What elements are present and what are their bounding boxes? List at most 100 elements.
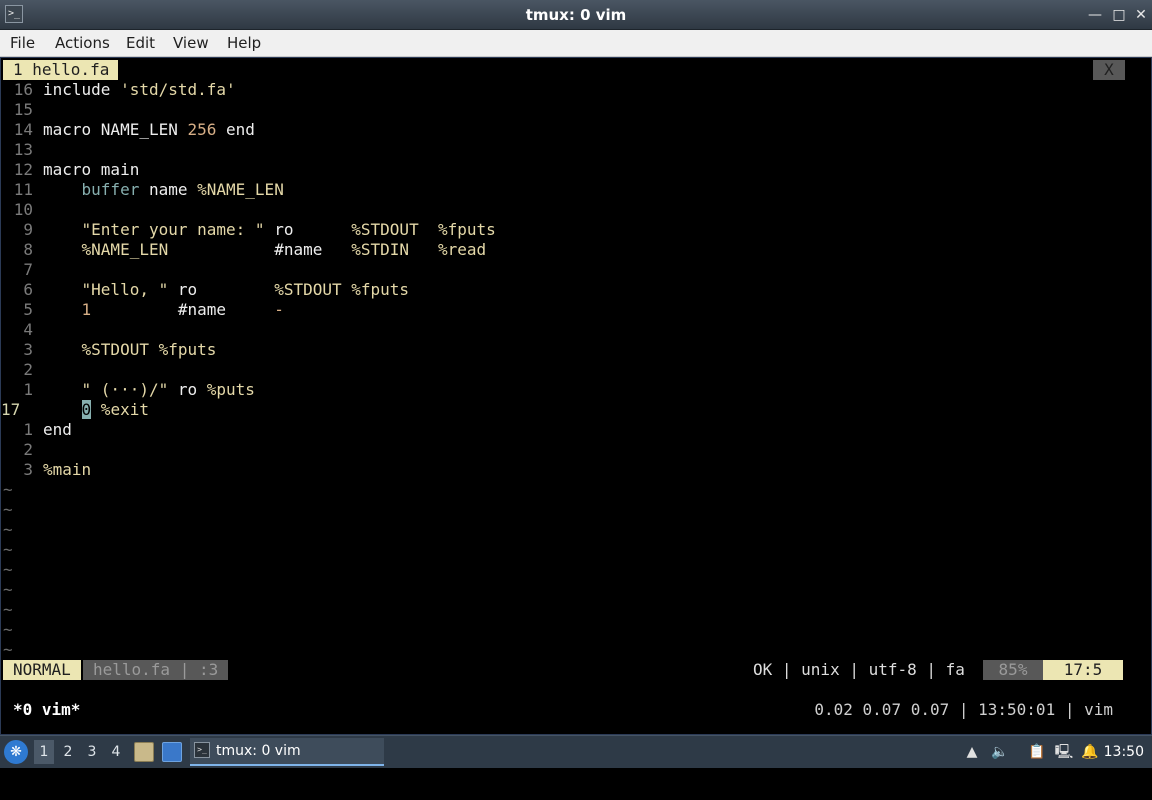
menu-file[interactable]: File <box>10 30 35 56</box>
menu-actions[interactable]: Actions <box>55 30 110 56</box>
window-titlebar: >_ tmux: 0 vim — □ ✕ <box>0 0 1152 30</box>
code-line[interactable]: 3 %main <box>3 460 1123 480</box>
taskbar-item-tmux[interactable]: >_ tmux: 0 vim <box>190 738 384 766</box>
code-token: name <box>139 180 198 199</box>
window-title: tmux: 0 vim <box>525 6 627 24</box>
show-desktop-icon[interactable] <box>162 742 182 762</box>
terminal-icon: >_ <box>194 742 210 758</box>
tilde-marker: ~ <box>3 480 13 499</box>
empty-buffer-line: ~ <box>3 640 1123 660</box>
close-icon[interactable]: ✕ <box>1132 6 1150 24</box>
tilde-marker: ~ <box>3 500 13 519</box>
vim-tab-close-button[interactable]: X <box>1093 60 1125 80</box>
code-line[interactable]: 10 <box>3 200 1123 220</box>
line-number: 8 <box>23 240 33 259</box>
tmux-statusbar: *0 vim* 0.02 0.07 0.07 | 13:50:01 | vim <box>3 700 1123 720</box>
code-line[interactable]: 9 "Enter your name: " ro %STDOUT %fputs <box>3 220 1123 240</box>
desktop-3-button[interactable]: 3 <box>82 740 102 764</box>
desktop-4-button[interactable]: 4 <box>106 740 126 764</box>
code-line[interactable]: 2 <box>3 440 1123 460</box>
terminal-area[interactable]: 1 hello.fa X 16 include 'std/std.fa' 15 14 m… <box>0 57 1152 735</box>
editor-buffer[interactable]: 16 include 'std/std.fa' 15 14 macro NAME_LEN… <box>1 80 1123 660</box>
code-line[interactable]: 13 <box>3 140 1123 160</box>
code-token: %STDOUT %fputs <box>81 340 217 359</box>
line-number: 12 <box>13 160 33 179</box>
code-line[interactable]: 6 "Hello, " ro %STDOUT %fputs <box>3 280 1123 300</box>
code-line[interactable]: 14 macro NAME_LEN 256 end <box>3 120 1123 140</box>
line-number: 2 <box>23 440 33 459</box>
code-line[interactable]: 4 <box>3 320 1123 340</box>
line-text: "Enter your name: " ro %STDOUT %fputs <box>43 220 496 240</box>
maximize-icon[interactable]: □ <box>1110 6 1128 24</box>
tilde-marker: ~ <box>3 520 13 539</box>
menu-bar: File Actions Edit View Help <box>0 30 1152 57</box>
code-line[interactable]: 11 buffer name %NAME_LEN <box>3 180 1123 200</box>
code-line[interactable]: 16 include 'std/std.fa' <box>3 80 1123 100</box>
taskbar-item-label: tmux: 0 vim <box>216 743 301 759</box>
desktop-1-button[interactable]: 1 <box>34 740 54 764</box>
code-line-current[interactable]: 17 0 %exit <box>1 400 1123 420</box>
vim-tab-hello[interactable]: 1 hello.fa <box>3 60 119 80</box>
tilde-marker: ~ <box>3 580 13 599</box>
upload-icon[interactable]: ▲ <box>962 742 982 762</box>
code-line[interactable]: 1 end <box>3 420 1123 440</box>
code-token: %STDOUT %fputs <box>351 220 496 239</box>
line-text: %STDOUT %fputs <box>43 340 217 360</box>
vim-statusline: NORMAL hello.fa | :3 OK | unix | utf-8 |… <box>3 660 1123 680</box>
code-line[interactable]: 15 <box>3 100 1123 120</box>
line-text: buffer name %NAME_LEN <box>43 180 284 200</box>
tilde-marker: ~ <box>3 620 13 639</box>
line-number: 1 <box>23 380 33 399</box>
code-token: include <box>43 80 121 99</box>
code-line[interactable]: 8 %NAME_LEN #name %STDIN %read <box>3 240 1123 260</box>
line-number: 16 <box>13 80 33 99</box>
line-text: 0 %exit <box>43 400 149 420</box>
code-line[interactable]: 7 <box>3 260 1123 280</box>
code-token: #name <box>91 300 275 319</box>
code-token: 1 <box>81 300 92 319</box>
tmux-status-info: 0.02 0.07 0.07 | 13:50:01 | vim <box>814 700 1113 719</box>
code-token: "Enter your name: " <box>81 220 265 239</box>
code-line[interactable]: 2 <box>3 360 1123 380</box>
vim-file-format-info: OK | unix | utf-8 | fa <box>753 660 965 679</box>
tilde-marker: ~ <box>3 540 13 559</box>
empty-buffer-line: ~ <box>3 520 1123 540</box>
code-token: - <box>274 300 284 319</box>
menu-view[interactable]: View <box>173 30 209 56</box>
line-number: 17 <box>1 400 21 419</box>
notification-icon[interactable]: 🔔 <box>1080 742 1100 762</box>
empty-buffer-line: ~ <box>3 540 1123 560</box>
tilde-marker: ~ <box>3 560 13 579</box>
code-token: end <box>216 120 255 139</box>
code-token: %NAME_LEN <box>197 180 284 199</box>
code-line[interactable]: 5 1 #name - <box>3 300 1123 320</box>
code-token: %puts <box>206 380 255 399</box>
empty-buffer-line: ~ <box>3 480 1123 500</box>
line-number: 2 <box>23 360 33 379</box>
menu-edit[interactable]: Edit <box>126 30 155 56</box>
file-manager-icon[interactable] <box>134 742 154 762</box>
network-icon[interactable]: 🖳 <box>1054 742 1074 762</box>
line-number: 7 <box>23 260 33 279</box>
code-line[interactable]: 3 %STDOUT %fputs <box>3 340 1123 360</box>
volume-icon[interactable]: 🔈 <box>990 742 1010 762</box>
code-line[interactable]: 1 " (···)/" ro %puts <box>3 380 1123 400</box>
code-line[interactable]: 12 macro main <box>3 160 1123 180</box>
clock: 13:50 <box>1103 744 1144 760</box>
line-text: 1 #name - <box>43 300 284 320</box>
text-cursor: 0 <box>81 400 92 419</box>
minimize-icon[interactable]: — <box>1086 6 1104 24</box>
tmux-window-label[interactable]: *0 vim* <box>13 700 80 720</box>
desktop-2-button[interactable]: 2 <box>58 740 78 764</box>
line-text: end <box>43 420 72 440</box>
code-token: macro main <box>43 160 140 179</box>
clipboard-icon[interactable]: 📋 <box>1027 742 1047 762</box>
menu-help[interactable]: Help <box>227 30 261 56</box>
line-number: 3 <box>23 460 33 479</box>
code-token: end <box>43 420 72 439</box>
start-menu-icon[interactable]: ❋ <box>4 740 28 764</box>
